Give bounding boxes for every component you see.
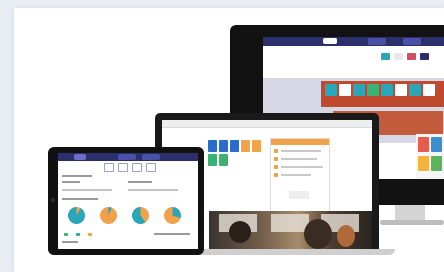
laptop-app-tile [208,154,217,166]
laptop-app-tile [230,140,239,152]
tablet [48,147,204,255]
tablet-tool-icon [146,163,156,172]
monitor-picture-tile [395,84,407,96]
tablet-home-button [51,198,55,202]
laptop-app-tile [252,140,261,152]
monitor-tool-icon [394,53,403,60]
laptop-bullet [274,165,278,169]
monitor-picture-tile [409,84,421,96]
tablet-text-line [62,241,78,243]
laptop-text-line [281,166,323,168]
book-cover [418,137,429,152]
laptop-app-tile [241,140,250,152]
tablet-pie-chart [164,207,181,224]
laptop-app-tile [219,140,228,152]
monitor-nav-button [403,38,421,45]
book-cover [431,156,442,171]
tablet-text-line [128,181,152,183]
tablet-text-line [62,198,98,200]
photo-student [304,219,332,249]
monitor-picture-tile [353,84,365,96]
tablet-text-line [62,189,112,191]
tablet-pie-chart [132,207,149,224]
laptop-bullet [274,173,278,177]
monitor-logo [323,38,337,44]
monitor-picture-tile [423,84,435,96]
laptop-bullet [274,157,278,161]
monitor-tool-icon [420,53,429,60]
monitor-tool-icon [381,53,390,60]
tablet-text-line [128,189,178,191]
photo-student [229,221,251,243]
tablet-nav-logo [74,154,86,160]
tablet-legend-swatch [64,233,68,236]
tablet-text-line [154,233,190,235]
tablet-pie-chart [68,207,85,224]
tablet-text-line [62,175,92,177]
laptop-app-tile [208,140,217,152]
laptop-classroom-photo [209,211,372,251]
monitor-bookshelf [416,134,444,179]
laptop-video-box [289,191,309,199]
tablet-tool-icon [118,163,128,172]
tablet-legend-swatch [88,233,92,236]
tablet-nav-button [142,154,160,160]
laptop-text-line [281,150,321,152]
tablet-legend-swatch [76,233,80,236]
tablet-tool-icon [132,163,142,172]
laptop-side-panel-header [271,139,329,145]
laptop-app-tile [219,154,228,166]
tablet-text-line [62,181,80,183]
laptop-text-line [281,158,317,160]
photo-window [271,214,309,232]
book-cover [431,137,442,152]
tablet-tool-icon [104,163,114,172]
tablet-pie-chart [100,207,117,224]
laptop-text-line [281,174,311,176]
book-cover [418,156,429,171]
photo-student [337,225,355,247]
monitor-tool-icon [407,53,416,60]
laptop-side-panel [270,138,330,212]
monitor-nav-button [368,38,386,45]
tablet-screen [58,153,198,249]
monitor-picture-tile [325,84,337,96]
laptop-bullet [274,149,278,153]
monitor-picture-tile [367,84,379,96]
monitor-picture-tile [381,84,393,96]
laptop-top-bar [162,120,372,128]
monitor-base [380,220,444,225]
tablet-nav-button [118,154,136,160]
monitor-picture-tile [339,84,351,96]
